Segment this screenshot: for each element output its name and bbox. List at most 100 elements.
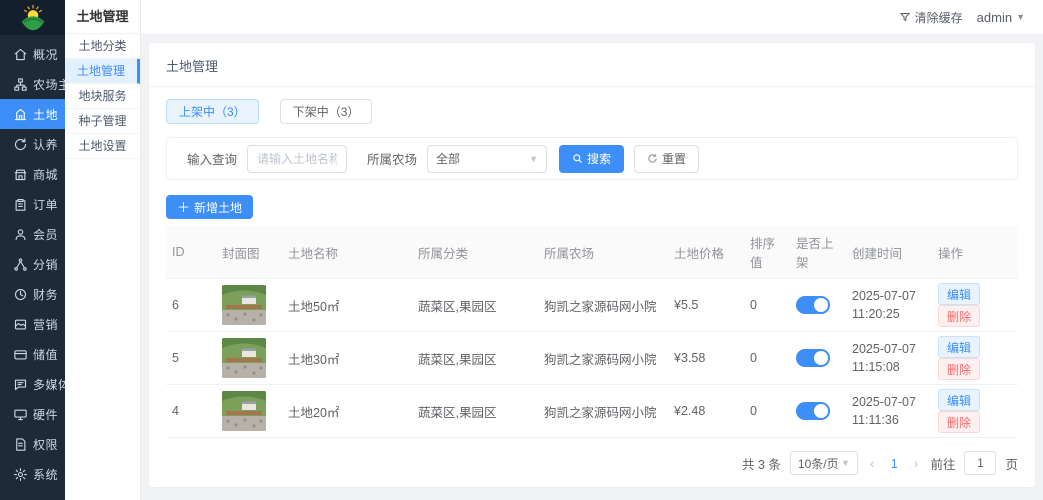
overview-icon [13,47,28,62]
cell-land-name: 土地20㎡ [282,385,412,438]
distribution-icon [13,257,28,272]
sidebar-nav: 概况农场主土地认养商城订单会员分销财务营销储值多媒体硬件权限系统 [0,35,65,489]
sidebar-item-label: 系统 [33,466,58,483]
table-row: 5土地30㎡蔬菜区,果园区狗凯之家源码网小院¥3.5802025-07-0711… [166,332,1018,385]
search-button[interactable]: 搜索 [559,145,624,173]
cell-land-name: 土地50㎡ [282,279,412,332]
clear-cache-label: 清除缓存 [915,9,963,26]
column-header: 操作 [932,226,1018,279]
goto-label: 前往 [930,454,955,473]
cell-sort: 0 [744,385,790,438]
shop-icon [13,167,28,182]
sidebar-item-finance[interactable]: 财务 [0,279,65,309]
cell-category: 蔬菜区,果园区 [412,385,538,438]
submenu-item-2[interactable]: 土地管理 [65,59,140,84]
sidebar-item-marketing[interactable]: 营销 [0,309,65,339]
created-time: 11:15:08 [852,358,926,376]
delete-button[interactable]: 删除 [938,358,980,380]
page-number-1[interactable]: 1 [887,456,902,471]
add-land-label: 新增土地 [194,199,242,216]
sidebar-item-label: 概况 [33,46,58,63]
sidebar-item-overview[interactable]: 概况 [0,39,65,69]
toggle-knob [814,404,828,418]
created-date: 2025-07-07 [852,287,926,305]
user-menu[interactable]: admin ▼ [977,10,1025,25]
sidebar-item-label: 硬件 [33,406,58,423]
search-icon [572,153,583,164]
next-page-button[interactable]: › [911,455,922,471]
sidebar-item-label: 商城 [33,166,58,183]
cover-image[interactable] [222,338,266,378]
sidebar-item-adopt[interactable]: 认养 [0,129,65,159]
main-area: 清除缓存 admin ▼ 土地管理 上架中（3） 下架中（3） 输入查询 所属农场 [141,0,1043,500]
brand-logo[interactable] [0,0,65,35]
page-unit-label: 页 [1005,454,1018,473]
sidebar-item-land[interactable]: 土地 [0,99,65,129]
column-header: 所属农场 [538,226,668,279]
add-land-button[interactable]: ＋ 新增土地 [166,195,253,219]
cell-id: 6 [166,279,216,332]
query-label: 输入查询 [187,149,237,168]
clear-cache-button[interactable]: 清除缓存 [899,9,963,26]
hardware-icon [13,407,28,422]
land-name-input[interactable] [247,145,347,173]
sidebar-item-label: 土地 [33,106,58,123]
delete-button[interactable]: 删除 [938,305,980,327]
submenu-item-4[interactable]: 种子管理 [65,109,140,134]
toggle-knob [814,298,828,312]
chevron-down-icon: ▼ [841,458,850,468]
online-toggle[interactable] [796,402,830,420]
farm-select[interactable]: 全部 ▼ [427,145,547,173]
submenu-item-1[interactable]: 土地分类 [65,34,140,59]
goto-page-input[interactable] [964,451,996,475]
prev-page-button[interactable]: ‹ [867,455,878,471]
sidebar-item-label: 订单 [33,196,58,213]
page-size-select[interactable]: 10条/页 ▼ [790,451,858,475]
submenu-title: 土地管理 [65,0,140,34]
sidebar-item-order[interactable]: 订单 [0,189,65,219]
sidebar-item-label: 会员 [33,226,58,243]
primary-sidebar: 概况农场主土地认养商城订单会员分销财务营销储值多媒体硬件权限系统 [0,0,65,500]
caret-down-icon: ▼ [1016,12,1025,22]
cover-image[interactable] [222,285,266,325]
submenu-item-5[interactable]: 土地设置 [65,134,140,159]
online-toggle[interactable] [796,349,830,367]
submenu-item-3[interactable]: 地块服务 [65,84,140,109]
edit-button[interactable]: 编辑 [938,336,980,358]
sidebar-item-hardware[interactable]: 硬件 [0,399,65,429]
table-header-row: ID封面图土地名称所属分类所属农场土地价格排序值是否上架创建时间操作 [166,226,1018,279]
workspace: 土地管理 上架中（3） 下架中（3） 输入查询 所属农场 全部 ▼ [141,35,1043,500]
chevron-down-icon: ▼ [529,154,538,164]
sidebar-item-media[interactable]: 多媒体 [0,369,65,399]
column-header: 土地价格 [668,226,744,279]
sidebar-item-farmer[interactable]: 农场主 [0,69,65,99]
sidebar-item-stored-value[interactable]: 储值 [0,339,65,369]
sidebar-item-permission[interactable]: 权限 [0,429,65,459]
farm-select-value: 全部 [436,150,460,167]
cell-category: 蔬菜区,果园区 [412,279,538,332]
delete-button[interactable]: 删除 [938,411,980,433]
app-root: 概况农场主土地认养商城订单会员分销财务营销储值多媒体硬件权限系统 土地管理 土地… [0,0,1043,500]
sidebar-item-system[interactable]: 系统 [0,459,65,489]
system-icon [13,467,28,482]
sidebar-item-distribution[interactable]: 分销 [0,249,65,279]
cell-sort: 0 [744,279,790,332]
sidebar-item-shop[interactable]: 商城 [0,159,65,189]
cover-image[interactable] [222,391,266,431]
online-toggle[interactable] [796,296,830,314]
order-icon [13,197,28,212]
sidebar-item-member[interactable]: 会员 [0,219,65,249]
tab-online[interactable]: 上架中（3） [166,99,259,124]
edit-button[interactable]: 编辑 [938,283,980,305]
filter-bar: 输入查询 所属农场 全部 ▼ 搜索 重置 [166,137,1018,180]
plus-icon: ＋ [177,201,190,214]
media-icon [13,377,28,392]
cell-id: 4 [166,385,216,438]
secondary-sidebar: 土地管理 土地分类土地管理地块服务种子管理土地设置 [65,0,141,500]
total-count: 共 3 条 [742,454,781,473]
reset-button[interactable]: 重置 [634,145,699,173]
edit-button[interactable]: 编辑 [938,389,980,411]
breadcrumb: 土地管理 [166,59,218,74]
tab-offline[interactable]: 下架中（3） [280,99,373,124]
created-time: 11:11:36 [852,411,926,429]
